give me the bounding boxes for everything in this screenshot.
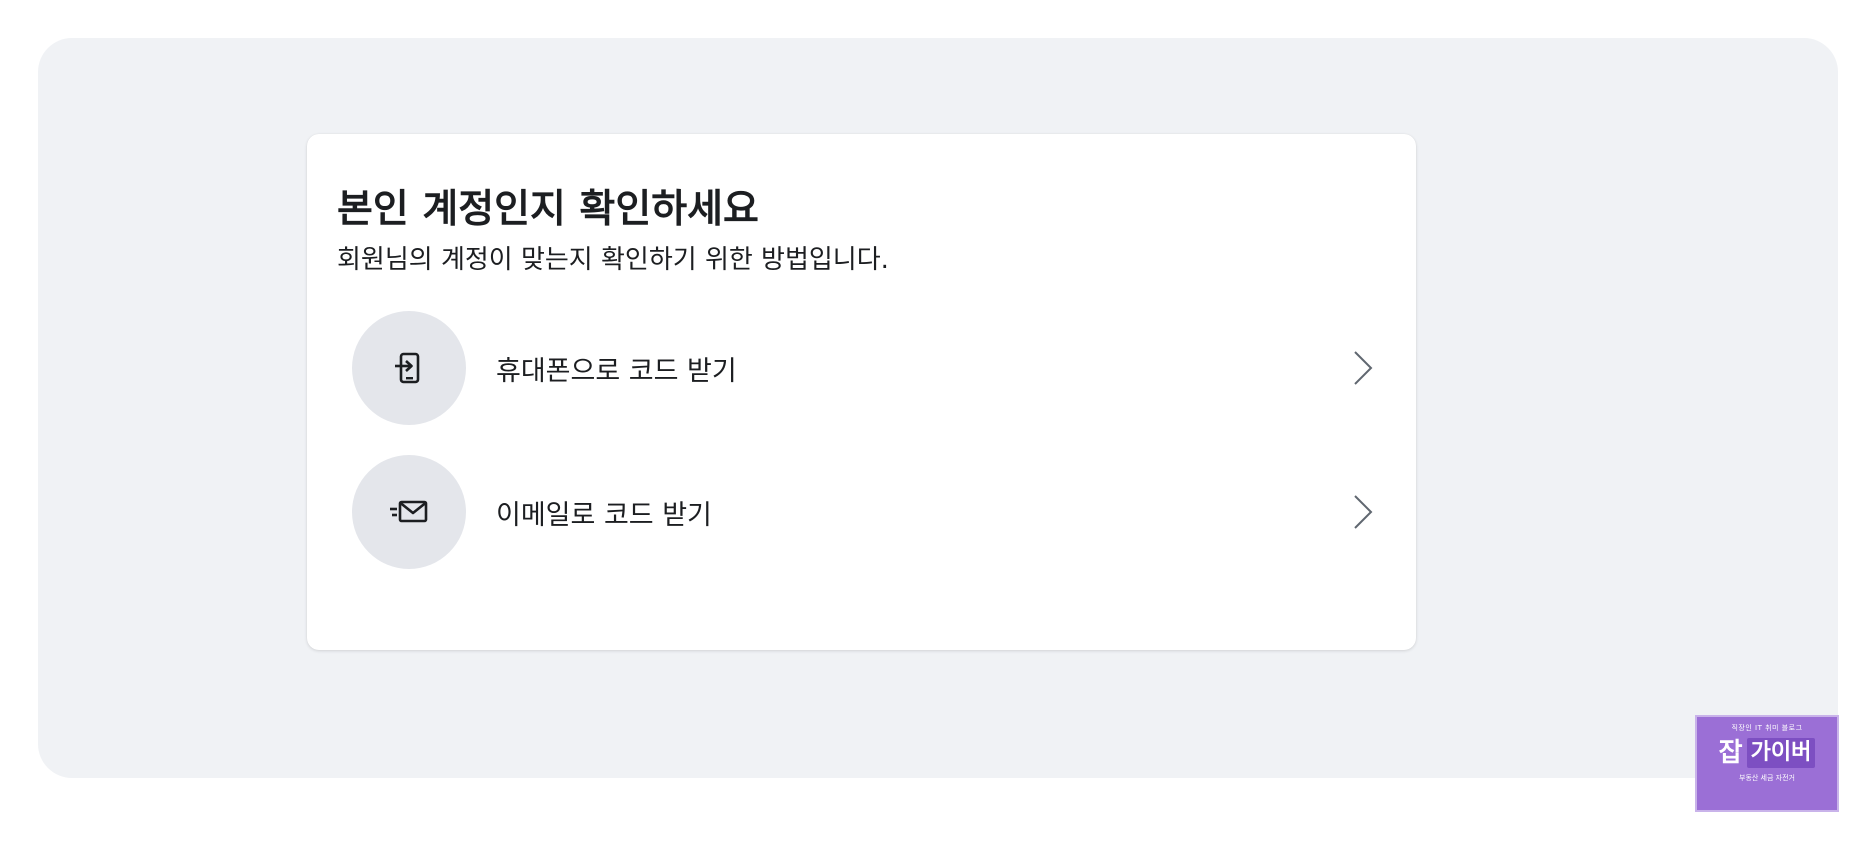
badge-bottom-text: 부동산 세금 자전거 bbox=[1739, 774, 1795, 782]
option-label: 이메일로 코드 받기 bbox=[496, 499, 712, 531]
badge-logo-part2: 가이버 bbox=[1746, 738, 1816, 768]
option-label: 휴대폰으로 코드 받기 bbox=[496, 355, 737, 387]
badge-top-text: 직장인 IT 취미 블로그 bbox=[1731, 724, 1803, 732]
blog-watermark-badge: 직장인 IT 취미 블로그 잡 가이버 부동산 세금 자전거 bbox=[1695, 715, 1839, 812]
badge-logo-part1: 잡 bbox=[1718, 738, 1743, 768]
icon-circle bbox=[352, 311, 466, 425]
verification-dialog: 본인 계정인지 확인하세요 회원님의 계정이 맞는지 확인하기 위한 방법입니다… bbox=[307, 134, 1416, 650]
chevron-right-icon bbox=[1354, 351, 1373, 385]
phone-login-icon bbox=[395, 352, 420, 384]
chevron-right-icon bbox=[1354, 495, 1373, 529]
option-email-code[interactable]: 이메일로 코드 받기 bbox=[352, 454, 1386, 570]
option-phone-code[interactable]: 휴대폰으로 코드 받기 bbox=[352, 310, 1386, 426]
verification-options: 휴대폰으로 코드 받기 이메일로 코드 받기 bbox=[337, 310, 1386, 570]
email-send-icon bbox=[390, 500, 428, 523]
dialog-title: 본인 계정인지 확인하세요 bbox=[337, 187, 759, 232]
badge-logo: 잡 가이버 bbox=[1697, 737, 1837, 769]
icon-circle bbox=[352, 455, 466, 569]
dialog-subtitle: 회원님의 계정이 맞는지 확인하기 위한 방법입니다. bbox=[337, 245, 889, 275]
